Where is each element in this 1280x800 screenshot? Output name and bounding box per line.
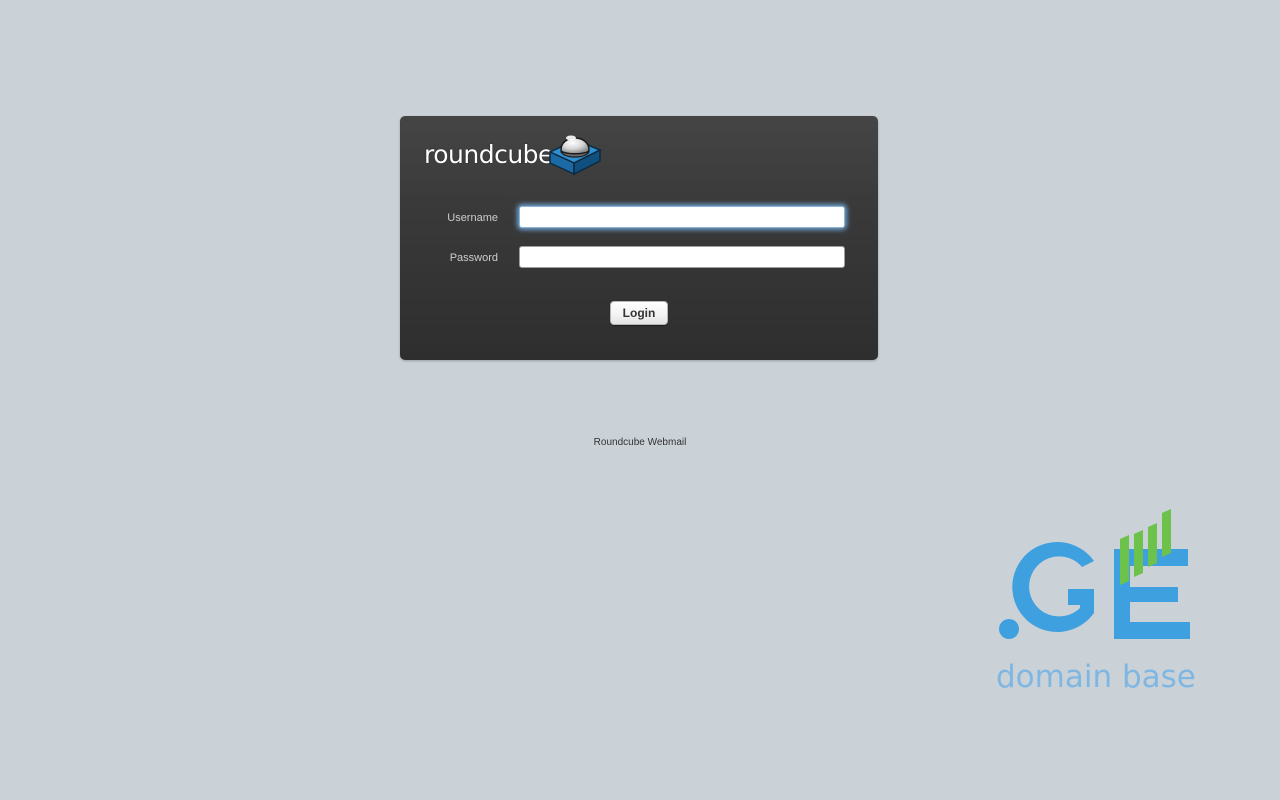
login-button[interactable]: Login [610,301,668,325]
roundcube-logo: roundcube [424,126,604,176]
brand-tagline: domain base [996,659,1196,695]
username-input[interactable] [519,206,845,228]
footer-text: Roundcube Webmail [593,437,687,448]
password-row: Password [400,246,878,270]
username-row: Username [400,206,878,230]
username-label: Username [447,212,498,224]
ge-domain-logo-icon [999,509,1190,639]
logo-text: roundcube [424,140,553,169]
password-label: Password [449,252,498,264]
password-input[interactable] [519,246,845,268]
login-box: roundcube Username Password Login [400,116,878,360]
ge-domain-logo: domain base [990,505,1200,700]
roundcube-cube-icon [548,135,602,176]
